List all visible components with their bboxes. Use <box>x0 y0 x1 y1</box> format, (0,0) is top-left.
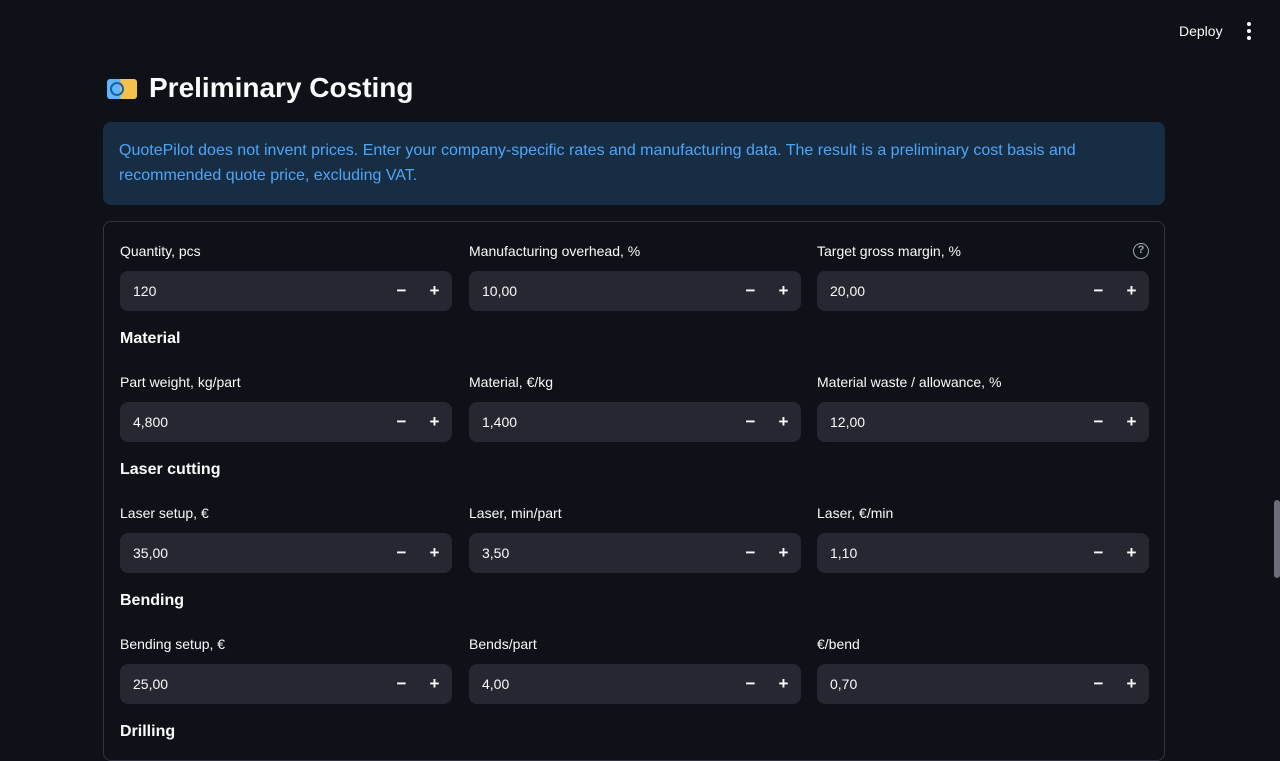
field-label: Laser setup, € <box>120 505 209 521</box>
increment-button[interactable]: + <box>767 271 800 311</box>
increment-button[interactable]: + <box>767 533 800 573</box>
per-bend-stepper: − + <box>817 664 1149 704</box>
laser-setup-stepper: − + <box>120 533 452 573</box>
laser-minutes-stepper: − + <box>469 533 801 573</box>
section-heading-drilling: Drilling <box>120 723 176 740</box>
weight-field: Part weight, kg/part − + <box>120 373 452 442</box>
laser-setup-input[interactable] <box>120 533 385 573</box>
section-heading-bending: Bending <box>120 592 184 609</box>
field-label: Laser, min/part <box>469 505 562 521</box>
overhead-field: Manufacturing overhead, % − + <box>469 242 801 311</box>
weight-stepper: − + <box>120 402 452 442</box>
increment-button[interactable]: + <box>1115 533 1148 573</box>
decrement-button[interactable]: − <box>1082 664 1115 704</box>
decrement-button[interactable]: − <box>385 402 418 442</box>
quantity-stepper: − + <box>120 271 452 311</box>
decrement-button[interactable]: − <box>1082 533 1115 573</box>
per-bend-field: €/bend − + <box>817 635 1149 704</box>
overhead-stepper: − + <box>469 271 801 311</box>
increment-button[interactable]: + <box>418 402 451 442</box>
quantity-input[interactable] <box>120 271 385 311</box>
field-label: Bends/part <box>469 636 537 652</box>
laser-minutes-field: Laser, min/part − + <box>469 504 801 573</box>
increment-button[interactable]: + <box>418 664 451 704</box>
help-icon[interactable]: ? <box>1133 243 1149 259</box>
increment-button[interactable]: + <box>1115 271 1148 311</box>
bends-stepper: − + <box>469 664 801 704</box>
deploy-button[interactable]: Deploy <box>1169 20 1233 42</box>
field-label: Part weight, kg/part <box>120 374 241 390</box>
increment-button[interactable]: + <box>418 271 451 311</box>
increment-button[interactable]: + <box>767 402 800 442</box>
decrement-button[interactable]: − <box>734 533 767 573</box>
section-heading-laser: Laser cutting <box>120 461 221 478</box>
laser-minutes-input[interactable] <box>469 533 734 573</box>
section-heading-material: Material <box>120 330 181 347</box>
field-label: Material, €/kg <box>469 374 554 390</box>
material-price-input[interactable] <box>469 402 734 442</box>
general-row: Quantity, pcs − + Manufacturing overhead… <box>120 242 1149 311</box>
laser-row: Laser setup, € − + Laser, min/part − + L… <box>120 504 1149 573</box>
field-label: €/bend <box>817 636 860 652</box>
decrement-button[interactable]: − <box>385 271 418 311</box>
field-label: Target gross margin, % <box>817 243 961 259</box>
kebab-menu-icon <box>1247 22 1251 40</box>
margin-stepper: − + <box>817 271 1149 311</box>
decrement-button[interactable]: − <box>1082 271 1115 311</box>
decrement-button[interactable]: − <box>734 271 767 311</box>
laser-rate-input[interactable] <box>817 533 1082 573</box>
decrement-button[interactable]: − <box>385 533 418 573</box>
overhead-input[interactable] <box>469 271 734 311</box>
material-price-stepper: − + <box>469 402 801 442</box>
per-bend-input[interactable] <box>817 664 1082 704</box>
main-menu-button[interactable] <box>1238 19 1260 43</box>
waste-stepper: − + <box>817 402 1149 442</box>
bends-field: Bends/part − + <box>469 635 801 704</box>
material-price-field: Material, €/kg − + <box>469 373 801 442</box>
margin-field: Target gross margin, % ? − + <box>817 242 1149 311</box>
field-label: Laser, €/min <box>817 505 894 521</box>
money-icon <box>107 77 137 99</box>
top-toolbar: Deploy <box>0 0 1280 60</box>
bending-setup-input[interactable] <box>120 664 385 704</box>
page-title: Preliminary Costing <box>149 72 414 103</box>
decrement-button[interactable]: − <box>734 664 767 704</box>
field-label: Manufacturing overhead, % <box>469 243 641 259</box>
decrement-button[interactable]: − <box>1082 402 1115 442</box>
margin-input[interactable] <box>817 271 1082 311</box>
laser-rate-field: Laser, €/min − + <box>817 504 1149 573</box>
waste-input[interactable] <box>817 402 1082 442</box>
increment-button[interactable]: + <box>1115 664 1148 704</box>
field-label: Bending setup, € <box>120 636 226 652</box>
field-label: Quantity, pcs <box>120 243 201 259</box>
decrement-button[interactable]: − <box>734 402 767 442</box>
weight-input[interactable] <box>120 402 385 442</box>
waste-field: Material waste / allowance, % − + <box>817 373 1149 442</box>
bends-input[interactable] <box>469 664 734 704</box>
info-alert: QuotePilot does not invent prices. Enter… <box>103 122 1165 205</box>
field-label: Material waste / allowance, % <box>817 374 1002 390</box>
material-row: Part weight, kg/part − + Material, €/kg … <box>120 373 1149 442</box>
quantity-field: Quantity, pcs − + <box>120 242 452 311</box>
increment-button[interactable]: + <box>767 664 800 704</box>
page-scrollbar[interactable] <box>1274 500 1280 578</box>
page-header: Preliminary Costing <box>107 72 414 104</box>
decrement-button[interactable]: − <box>385 664 418 704</box>
costing-form: Quantity, pcs − + Manufacturing overhead… <box>103 221 1165 761</box>
increment-button[interactable]: + <box>1115 402 1148 442</box>
bending-setup-field: Bending setup, € − + <box>120 635 452 704</box>
bending-row: Bending setup, € − + Bends/part − + €/be… <box>120 635 1149 704</box>
laser-setup-field: Laser setup, € − + <box>120 504 452 573</box>
bending-setup-stepper: − + <box>120 664 452 704</box>
increment-button[interactable]: + <box>418 533 451 573</box>
laser-rate-stepper: − + <box>817 533 1149 573</box>
